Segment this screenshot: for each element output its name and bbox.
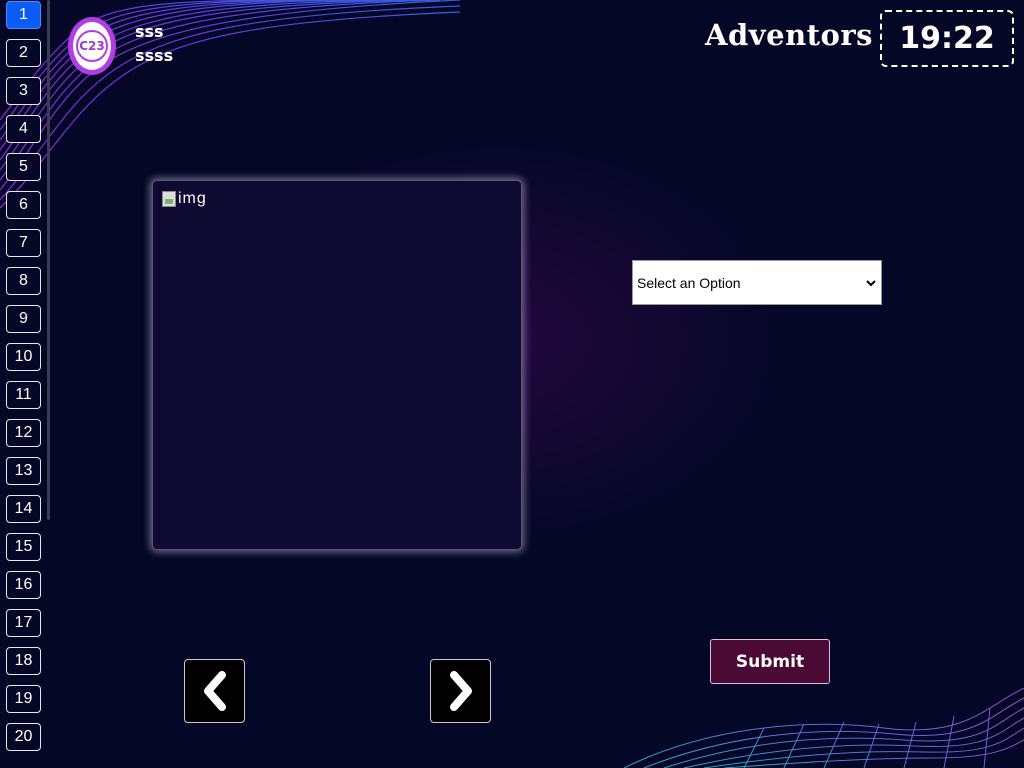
question-number-button[interactable]: 2 (6, 39, 41, 67)
avatar: C23 (68, 17, 116, 75)
decorative-wave-bottom-right (624, 688, 1024, 768)
question-number-button[interactable]: 19 (6, 685, 41, 713)
question-number-button[interactable]: 14 (6, 495, 41, 523)
question-number-button[interactable]: 6 (6, 191, 41, 219)
question-number-button[interactable]: 7 (6, 229, 41, 257)
question-number-button[interactable]: 3 (6, 77, 41, 105)
question-number-button[interactable]: 10 (6, 343, 41, 371)
submit-button[interactable]: Submit (710, 639, 830, 684)
question-image-card: img (152, 180, 522, 550)
question-number-button[interactable]: 12 (6, 419, 41, 447)
image-alt-text: img (178, 190, 207, 207)
question-number-button[interactable]: 17 (6, 609, 41, 637)
question-number-button[interactable]: 18 (6, 647, 41, 675)
previous-question-button[interactable] (184, 659, 245, 723)
next-question-button[interactable] (430, 659, 491, 723)
countdown-timer: 19:22 (880, 10, 1014, 67)
answer-select-value: Select an Option (637, 274, 741, 291)
avatar-logo: C23 (76, 30, 108, 62)
decorative-wave-top-left (0, 0, 460, 209)
question-number-rail: 1 2 3 4 5 6 7 8 9 10 11 12 13 14 15 16 17 18 19 20 (6, 0, 44, 768)
question-number-button[interactable]: 8 (6, 267, 41, 295)
brand-title: Adventors (705, 18, 874, 52)
question-number-button[interactable]: 9 (6, 305, 41, 333)
answer-select[interactable]: Select an Option (632, 260, 882, 305)
chevron-down-icon (866, 279, 876, 286)
chevron-right-icon (449, 671, 472, 711)
question-image: img (162, 190, 207, 208)
user-subtitle: ssss (135, 46, 174, 65)
question-number-button[interactable]: 20 (6, 723, 41, 751)
question-number-button[interactable]: 4 (6, 115, 41, 143)
question-number-button[interactable]: 5 (6, 153, 41, 181)
question-number-button[interactable]: 13 (6, 457, 41, 485)
question-number-button[interactable]: 15 (6, 533, 41, 561)
question-number-button[interactable]: 1 (6, 1, 41, 29)
question-number-button[interactable]: 16 (6, 571, 41, 599)
chevron-left-icon (203, 671, 226, 711)
scrollbar[interactable] (47, 0, 50, 520)
user-name: sss (135, 22, 164, 41)
broken-image-icon (162, 191, 176, 207)
question-number-button[interactable]: 11 (6, 381, 41, 409)
